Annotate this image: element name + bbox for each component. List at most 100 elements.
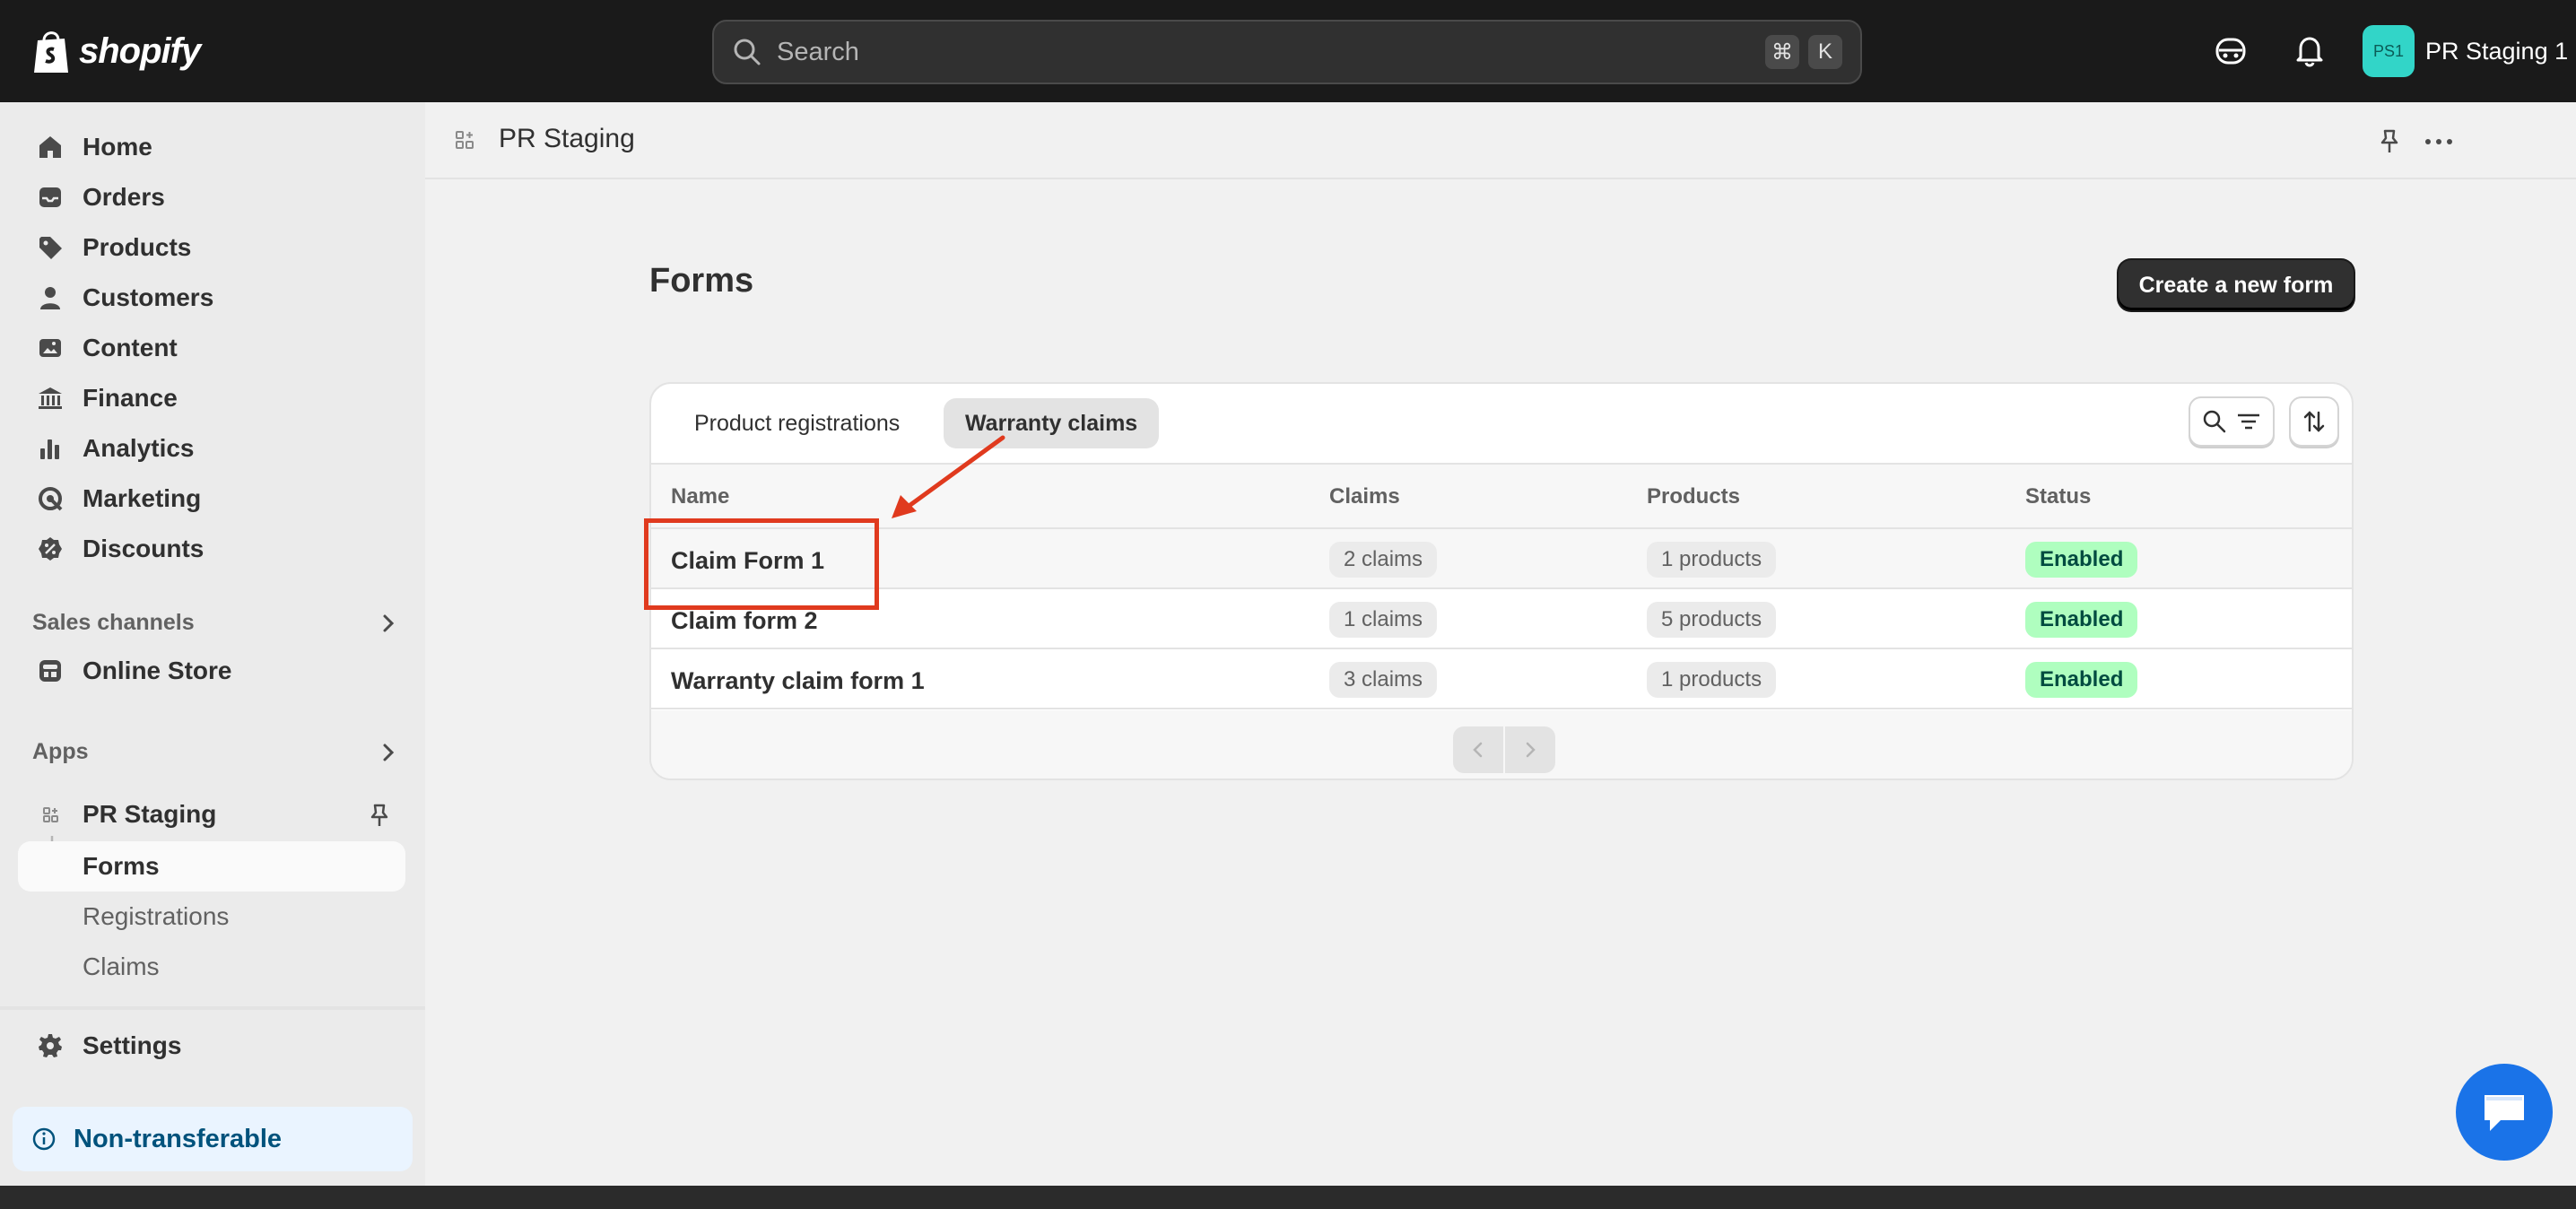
table-row[interactable]: Warranty claim form 1 3 claims 1 product… — [651, 649, 2352, 709]
products-badge: 1 products — [1647, 662, 1777, 698]
table-row[interactable]: Claim form 2 1 claims 5 products Enabled — [651, 589, 2352, 649]
sidebar-item-online-store[interactable]: Online Store — [18, 649, 405, 692]
sidebar-item-label: PR Staging — [83, 800, 217, 828]
bank-icon — [39, 387, 62, 409]
sidebar-item-customers[interactable]: Customers — [18, 276, 405, 319]
sidebar-subitem-registrations[interactable]: Registrations — [18, 892, 405, 942]
more-horizontal-icon[interactable] — [2422, 127, 2456, 156]
app-grid-icon — [43, 807, 58, 822]
chevron-right-icon[interactable] — [377, 612, 400, 635]
person-icon — [40, 287, 60, 309]
avatar: PS1 — [2363, 25, 2415, 77]
sort-button[interactable] — [2289, 396, 2339, 447]
form-name[interactable]: Warranty claim form 1 — [671, 667, 925, 695]
inbox-icon — [39, 187, 61, 207]
top-bar: shopify Search ⌘ K PS1 PR Staging 1 — [0, 0, 2576, 102]
home-icon — [39, 136, 61, 158]
sidebar-item-home[interactable]: Home — [18, 126, 405, 169]
non-transferable-label: Non-transferable — [74, 1124, 283, 1153]
apps-title: Apps — [32, 739, 89, 764]
sidebar-divider — [0, 1006, 425, 1010]
claims-badge: 1 claims — [1329, 602, 1438, 638]
sidebar-item-analytics[interactable]: Analytics — [18, 427, 405, 470]
app-grid-icon — [456, 131, 474, 149]
info-icon — [32, 1127, 56, 1151]
bar-chart-icon — [40, 439, 59, 459]
sidebar-item-label: Discounts — [83, 535, 205, 562]
tag-icon — [39, 237, 62, 259]
chevron-left-icon — [1473, 742, 1483, 758]
sidebar-item-label: Products — [83, 233, 192, 261]
sidebar-subitem-forms[interactable]: Forms — [18, 841, 405, 892]
sidebar-item-label: Finance — [83, 384, 178, 412]
chat-button[interactable] — [2456, 1064, 2553, 1161]
sidebar-item-label: Orders — [83, 183, 165, 211]
pin-icon[interactable] — [366, 802, 393, 829]
create-form-button[interactable]: Create a new form — [2119, 260, 2354, 310]
sidebar-item-pr-staging[interactable]: PR Staging — [18, 793, 405, 836]
sidebar: Home Orders Products Customers Content F… — [0, 102, 425, 1186]
chevron-right-icon — [1526, 742, 1536, 758]
tab-product-registrations[interactable]: Product registrations — [673, 398, 921, 448]
sidebar-item-settings[interactable]: Settings — [18, 1024, 405, 1067]
shopify-logo[interactable]: shopify — [30, 27, 201, 75]
next-page-button[interactable] — [1505, 726, 1555, 773]
store-menu[interactable]: PS1 PR Staging 1 — [2363, 25, 2568, 77]
column-header-name[interactable]: Name — [671, 484, 729, 509]
status-badge: Enabled — [2025, 542, 2138, 578]
app-title: PR Staging — [499, 124, 635, 153]
search-input[interactable]: Search ⌘ K — [712, 20, 1862, 84]
column-header-claims[interactable]: Claims — [1329, 484, 1400, 509]
sidebar-item-label: Marketing — [83, 484, 202, 512]
annotation-arrow-icon — [892, 435, 1005, 518]
previous-page-button[interactable] — [1453, 726, 1503, 773]
sidebar-item-label: Content — [83, 334, 178, 361]
shopify-bag-icon — [34, 31, 68, 73]
pin-icon[interactable] — [2375, 127, 2404, 156]
sidebar-subitem-claims[interactable]: Claims — [18, 942, 405, 992]
column-header-status[interactable]: Status — [2025, 484, 2091, 509]
status-badge: Enabled — [2025, 662, 2138, 698]
logo-text: shopify — [79, 30, 201, 71]
pagination — [651, 710, 2352, 778]
table-row[interactable]: Claim Form 1 2 claims 1 products Enabled — [651, 529, 2352, 589]
sidebar-item-label: Settings — [83, 1031, 182, 1059]
chevron-right-icon[interactable] — [377, 741, 400, 764]
claims-badge: 2 claims — [1329, 542, 1438, 578]
sidebar-item-label: Online Store — [83, 657, 232, 684]
sidebar-item-content[interactable]: Content — [18, 326, 405, 370]
search-icon — [734, 39, 761, 65]
claims-badge: 3 claims — [1329, 662, 1438, 698]
command-key: ⌘ — [1765, 35, 1799, 69]
store-icon — [39, 660, 61, 682]
sidebar-item-marketing[interactable]: Marketing — [18, 477, 405, 520]
main-content: PR Staging Forms Create a new form Produ… — [425, 102, 2576, 1186]
sidebar-item-label: Home — [83, 133, 152, 161]
os-taskbar — [0, 1186, 2576, 1209]
sidebar-item-finance[interactable]: Finance — [18, 377, 405, 420]
bell-icon[interactable] — [2291, 32, 2328, 70]
search-placeholder: Search — [777, 37, 859, 66]
k-key: K — [1808, 35, 1842, 69]
products-badge: 5 products — [1647, 602, 1777, 638]
app-header: PR Staging — [425, 102, 2576, 179]
status-badge: Enabled — [2025, 602, 2138, 638]
sidebar-item-label: Customers — [83, 283, 214, 311]
filter-icon — [2238, 413, 2259, 430]
sort-icon — [2303, 411, 2325, 432]
image-icon — [39, 339, 61, 357]
sidekick-icon[interactable] — [2212, 32, 2250, 70]
sidebar-item-discounts[interactable]: Discounts — [18, 527, 405, 570]
sidebar-item-products[interactable]: Products — [18, 226, 405, 269]
discount-icon — [39, 537, 62, 561]
annotation-highlight-box — [644, 518, 879, 610]
search-filter-button[interactable] — [2189, 396, 2275, 447]
form-name[interactable]: Claim form 2 — [671, 607, 818, 635]
non-transferable-banner[interactable]: Non-transferable — [13, 1107, 413, 1171]
sidebar-item-orders[interactable]: Orders — [18, 176, 405, 219]
column-header-products[interactable]: Products — [1647, 484, 1740, 509]
page-title: Forms — [649, 262, 754, 300]
target-icon — [39, 487, 63, 511]
gear-icon — [39, 1034, 62, 1057]
chat-bubble-icon — [2485, 1095, 2524, 1131]
